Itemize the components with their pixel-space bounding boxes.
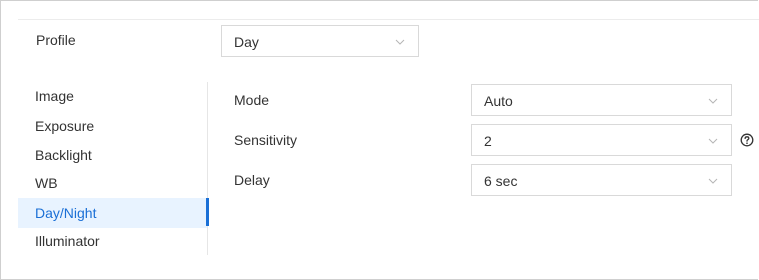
chevron-down-icon	[395, 38, 405, 46]
sidebar-item-wb[interactable]: WB	[18, 168, 207, 198]
sidebar-divider	[207, 82, 208, 255]
profile-label: Profile	[36, 32, 76, 48]
chevron-down-icon	[708, 137, 718, 145]
top-divider	[18, 19, 759, 20]
mode-select-value: Auto	[484, 93, 513, 109]
chevron-down-icon	[708, 177, 718, 185]
mode-select[interactable]: Auto	[471, 84, 732, 116]
sidebar-item-label: Image	[35, 88, 74, 104]
sidebar-item-illuminator[interactable]: Illuminator	[18, 226, 207, 256]
chevron-down-icon	[708, 97, 718, 105]
sidebar-item-label: Day/Night	[35, 205, 97, 221]
profile-select-value: Day	[234, 34, 259, 50]
sidebar-item-label: Illuminator	[35, 233, 100, 249]
delay-select[interactable]: 6 sec	[471, 164, 732, 196]
sidebar-item-image[interactable]: Image	[18, 81, 207, 111]
sidebar-item-exposure[interactable]: Exposure	[18, 111, 207, 141]
sensitivity-label: Sensitivity	[234, 132, 298, 148]
sidebar-item-day-night[interactable]: Day/Night	[18, 198, 207, 228]
profile-select[interactable]: Day	[221, 25, 419, 57]
question-circle-icon[interactable]	[740, 133, 754, 147]
mode-label: Mode	[234, 92, 270, 108]
delay-select-value: 6 sec	[484, 173, 518, 189]
sensitivity-select-value: 2	[484, 133, 492, 149]
sidebar-item-label: WB	[35, 175, 58, 191]
sidebar-item-label: Backlight	[35, 147, 92, 163]
sidebar-item-backlight[interactable]: Backlight	[18, 140, 207, 170]
sidebar-active-indicator	[206, 198, 209, 226]
sensitivity-select[interactable]: 2	[471, 124, 732, 156]
sidebar-item-label: Exposure	[35, 118, 95, 134]
delay-label: Delay	[234, 172, 270, 188]
